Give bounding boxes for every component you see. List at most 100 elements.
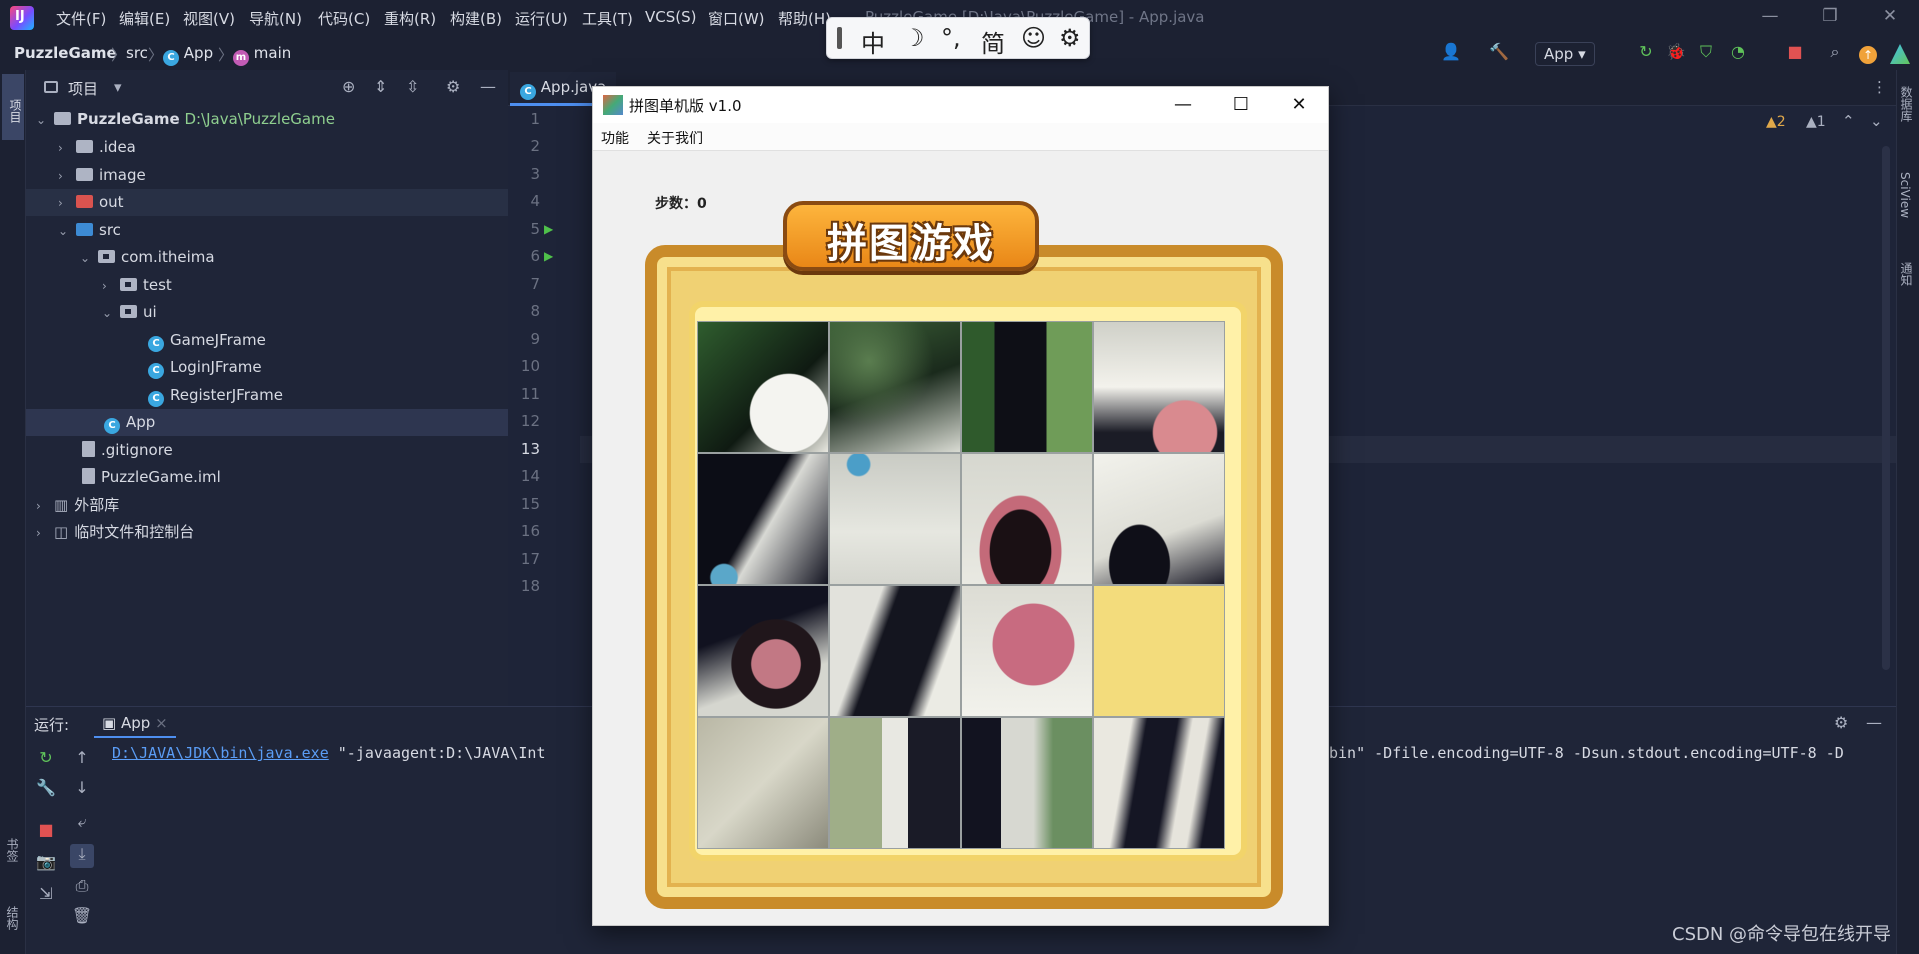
hide-panel-icon[interactable]: — (1866, 713, 1882, 732)
menu-file[interactable]: 文件(F) (56, 8, 106, 29)
profile-icon[interactable]: ◔ (1727, 42, 1749, 64)
minimize-icon[interactable]: — (1163, 91, 1203, 119)
rerun-icon[interactable]: ↻ (1635, 42, 1657, 64)
plugin-icon[interactable] (1890, 44, 1910, 64)
tree-item-loginjframe[interactable]: C LoginJFrame (148, 354, 262, 381)
user-icon[interactable]: 👤 (1440, 42, 1462, 64)
chevron-right-icon[interactable]: › (102, 273, 120, 300)
wrench-icon[interactable]: 🔧 (34, 778, 58, 802)
gear-icon[interactable]: ⚙ (1834, 713, 1848, 732)
ime-emoji-icon[interactable]: ☺ (1021, 24, 1046, 52)
puzzle-tile[interactable] (830, 322, 960, 452)
puzzle-tile[interactable] (698, 454, 828, 584)
console-output[interactable]: D:\JAVA\JDK\bin\java.exe "-javaagent:D:\… (112, 744, 546, 762)
puzzle-tile[interactable] (830, 718, 960, 848)
coverage-icon[interactable]: ⛉ (1695, 42, 1717, 64)
close-tab-icon[interactable]: × (155, 714, 168, 732)
maximize-icon[interactable]: ☐ (1221, 91, 1261, 119)
puzzle-tile[interactable] (1094, 322, 1224, 452)
ime-moon-icon[interactable]: ☽ (903, 24, 925, 52)
sciview-tool-tab[interactable]: SciView (1898, 172, 1912, 218)
arrow-up-icon[interactable]: ↑ (70, 748, 94, 772)
close-icon[interactable]: ✕ (1875, 6, 1905, 30)
chevron-down-icon[interactable]: ⌄ (36, 107, 54, 134)
camera-icon[interactable]: 📷 (34, 852, 58, 876)
structure-tool-tab[interactable]: 结构 (4, 906, 21, 930)
menu-view[interactable]: 视图(V) (183, 8, 235, 29)
print-icon[interactable]: ⎙ (70, 876, 94, 900)
menu-about[interactable]: 关于我们 (647, 128, 703, 148)
intellij-logo-icon[interactable]: IJ (10, 6, 34, 30)
tree-item-registerjframe[interactable]: C RegisterJFrame (148, 382, 283, 409)
editor-scrollbar[interactable] (1882, 146, 1890, 670)
menu-edit[interactable]: 编辑(E) (119, 8, 170, 29)
run-config-select[interactable]: App ▾ (1535, 42, 1595, 66)
tree-item-scratches[interactable]: › ◫ 临时文件和控制台 (36, 519, 194, 546)
soft-wrap-icon[interactable]: ⤶ (70, 812, 94, 836)
puzzle-tile[interactable] (698, 322, 828, 452)
hide-panel-icon[interactable]: — (480, 77, 496, 96)
tree-item-com-itheima[interactable]: ⌄ com.itheima (80, 244, 215, 271)
close-icon[interactable]: ✕ (1279, 91, 1319, 119)
puzzle-tile[interactable] (1094, 454, 1224, 584)
update-icon[interactable]: ↑ (1859, 46, 1877, 64)
search-icon[interactable]: ⌕ (1824, 42, 1846, 64)
ime-punct-icon[interactable]: °, (941, 24, 961, 52)
breadcrumb-method[interactable]: m main (233, 44, 291, 66)
debug-icon[interactable]: 🐞 (1665, 42, 1687, 64)
chevron-right-icon[interactable]: › (58, 163, 76, 190)
bookmarks-tool-tab[interactable]: 书签 (4, 838, 21, 862)
menu-code[interactable]: 代码(C) (318, 8, 370, 29)
breadcrumb-folder[interactable]: src (126, 44, 148, 62)
puzzle-tile[interactable] (830, 586, 960, 716)
console-java-link[interactable]: D:\JAVA\JDK\bin\java.exe (112, 744, 329, 762)
chevron-right-icon[interactable]: › (58, 190, 76, 217)
scroll-to-end-icon[interactable]: ⤓ (70, 844, 94, 868)
menu-help[interactable]: 帮助(H) (778, 8, 831, 29)
stop-icon[interactable]: ■ (1784, 42, 1806, 64)
tree-item-gamejframe[interactable]: C GameJFrame (148, 327, 266, 354)
minimize-icon[interactable]: — (1755, 6, 1785, 30)
menu-vcs[interactable]: VCS(S) (645, 8, 696, 26)
ime-gear-icon[interactable]: ⚙ (1059, 24, 1081, 52)
collapse-all-icon[interactable]: ⇳ (406, 77, 419, 96)
chevron-down-icon[interactable]: ⌄ (58, 218, 76, 245)
chevron-down-icon[interactable]: ⌄ (102, 300, 120, 327)
ime-drag-handle[interactable] (837, 27, 842, 49)
tree-item-gitignore[interactable]: .gitignore (82, 437, 173, 464)
menu-run[interactable]: 运行(U) (515, 8, 568, 29)
breadcrumb-project[interactable]: PuzzleGame (14, 44, 117, 62)
menu-refactor[interactable]: 重构(R) (384, 8, 436, 29)
chevron-up-icon[interactable]: ⌃ (1842, 112, 1855, 130)
puzzle-tile[interactable] (698, 718, 828, 848)
menu-navigate[interactable]: 导航(N) (249, 8, 302, 29)
tree-item-test[interactable]: › test (102, 272, 172, 299)
chevron-down-icon[interactable]: ⌄ (1870, 112, 1883, 130)
weak-warnings-count[interactable]: ▲1 (1806, 114, 1826, 130)
chevron-right-icon[interactable]: › (36, 493, 54, 520)
run-gutter-icon[interactable]: ▶ (544, 249, 553, 263)
chevron-right-icon[interactable]: › (36, 520, 54, 547)
puzzle-grid[interactable] (697, 321, 1225, 849)
puzzle-tile[interactable] (962, 586, 1092, 716)
puzzle-tile[interactable] (830, 454, 960, 584)
notifications-tool-tab[interactable]: 通知 (1898, 262, 1915, 286)
chevron-down-icon[interactable]: ⌄ (80, 245, 98, 272)
arrow-down-icon[interactable]: ↓ (70, 778, 94, 802)
puzzle-tile[interactable] (962, 718, 1092, 848)
warnings-count[interactable]: ▲2 (1766, 114, 1786, 130)
tree-item-puzzlegame[interactable]: ⌄ PuzzleGame D:\Java\PuzzleGame (36, 106, 508, 133)
project-tool-tab[interactable]: 项目 (2, 74, 24, 140)
gear-icon[interactable]: ⚙ (446, 77, 460, 96)
build-hammer-icon[interactable]: 🔨 (1488, 42, 1510, 64)
restore-icon[interactable]: ❐ (1815, 6, 1845, 30)
tree-item-app[interactable]: C App (26, 409, 508, 436)
puzzle-tile[interactable] (962, 322, 1092, 452)
tree-item-out[interactable]: › out (26, 189, 508, 216)
locate-icon[interactable]: ⊕ (342, 77, 355, 96)
rerun-icon[interactable]: ↻ (34, 748, 58, 772)
trash-icon[interactable]: 🗑 (70, 906, 94, 930)
run-tab-app[interactable]: ▣ App × (94, 710, 176, 738)
tree-item-idea[interactable]: › .idea (58, 134, 136, 161)
menu-tools[interactable]: 工具(T) (582, 8, 633, 29)
